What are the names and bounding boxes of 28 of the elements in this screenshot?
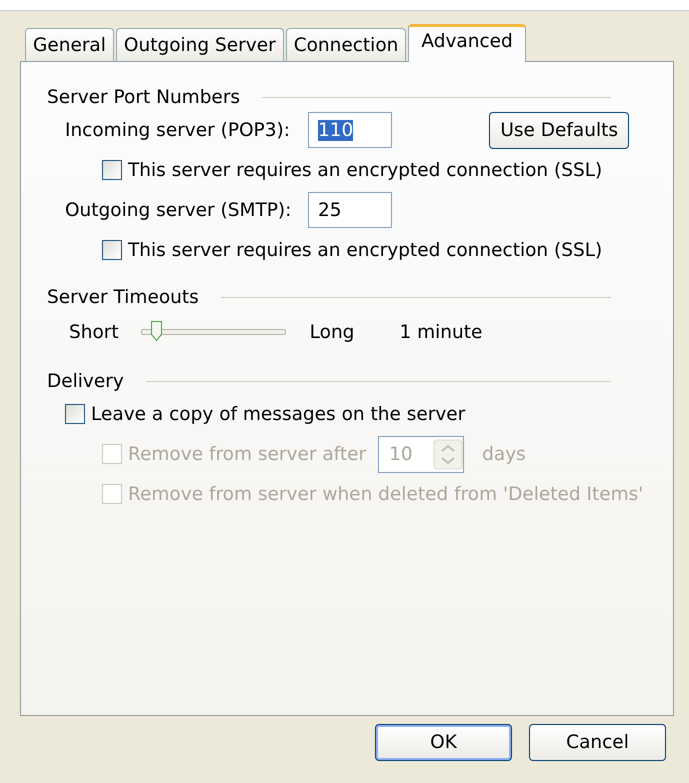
spin-arrows-icon[interactable] [433, 438, 464, 470]
input-field[interactable]: 25 [308, 192, 392, 228]
checkbox-label: Leave a copy of messages on the server [91, 404, 466, 424]
tab[interactable]: General [25, 28, 114, 61]
slider-label: Short [69, 322, 119, 342]
section-heading: Server Timeouts [47, 286, 199, 308]
checkbox-label: This server requires an encrypted connection (SSL) [128, 160, 602, 180]
dialog-button[interactable]: Cancel [529, 724, 666, 761]
slider-label: Long [310, 322, 354, 342]
tab[interactable]: Connection [286, 28, 406, 61]
timeout-reading: 1 minute [399, 322, 482, 342]
checkbox-label: This server requires an encrypted connection (SSL) [128, 240, 602, 260]
dialog-button[interactable]: OK [375, 724, 512, 761]
checkbox[interactable] [102, 160, 122, 180]
unit-label: days [482, 444, 526, 464]
use-defaults-button[interactable]: Use Defaults [489, 112, 629, 148]
field-label: Outgoing server (SMTP): [65, 200, 292, 220]
input-field[interactable]: 110 [308, 112, 392, 148]
section-heading: Delivery [47, 370, 124, 392]
checkbox-label: Remove from server after [128, 444, 366, 464]
section-heading: Server Port Numbers [47, 86, 240, 108]
tab[interactable]: Advanced [408, 24, 526, 62]
slider-thumb[interactable] [150, 321, 162, 341]
checkbox-label: Remove from server when deleted from 'Deleted Items' [128, 484, 644, 504]
field-label: Incoming server (POP3): [65, 120, 291, 140]
tab[interactable]: Outgoing Server [116, 28, 284, 61]
checkbox[interactable] [65, 404, 85, 424]
checkbox[interactable] [102, 240, 122, 260]
